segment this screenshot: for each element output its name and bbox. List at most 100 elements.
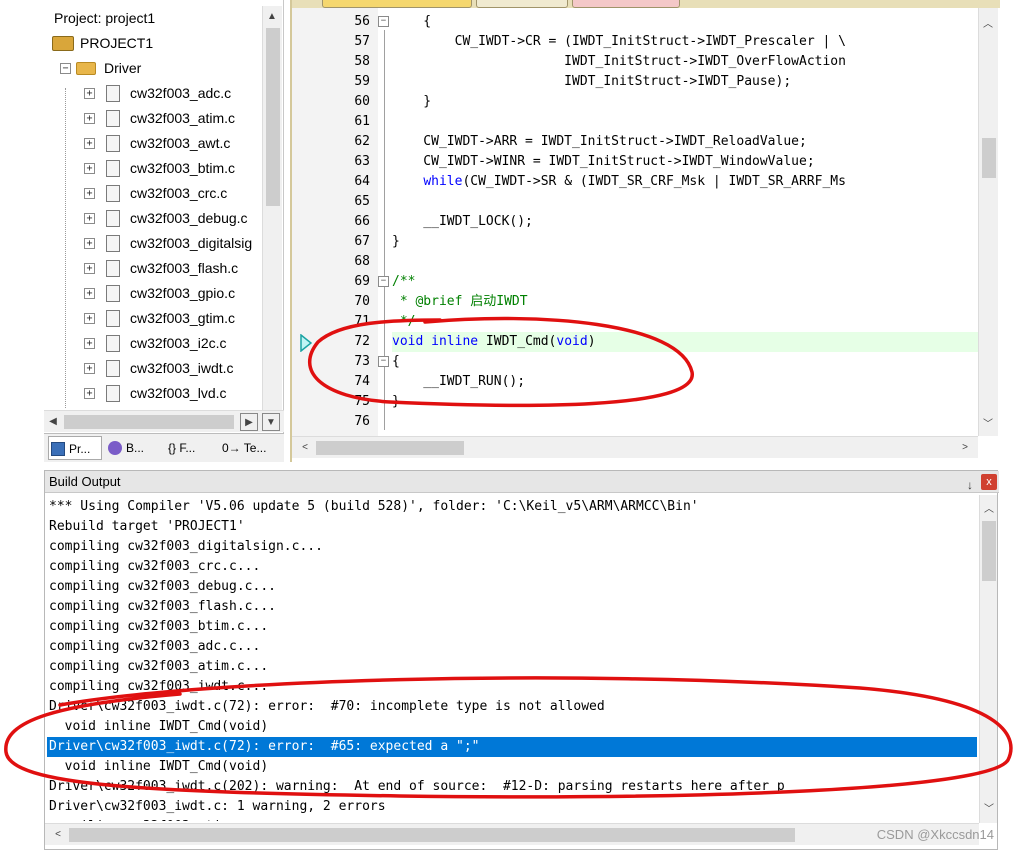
scroll-thumb[interactable] [982, 138, 996, 178]
build-output-text[interactable]: *** Using Compiler 'V5.06 update 5 (buil… [45, 495, 979, 821]
scroll-down-arrow-icon[interactable]: ﹀ [979, 416, 997, 434]
scroll-left-arrow-icon[interactable]: < [49, 826, 67, 844]
expand-toggle-icon[interactable]: + [84, 163, 95, 174]
code-token: CW_IWDT->ARR = IWDT_InitStruct->IWDT_Rel… [392, 134, 807, 149]
tab-project[interactable]: Pr... [48, 436, 102, 460]
file-icon [106, 185, 120, 202]
build-vscroll[interactable]: ︿ ﹀ [979, 495, 997, 823]
output-line[interactable]: Driver\cw32f003_iwdt.c: 1 warning, 2 err… [49, 797, 386, 817]
code-token: (CW_IWDT->SR & (IWDT_SR_CRF_Msk | IWDT_S… [462, 174, 846, 189]
code-text-area[interactable]: { CW_IWDT->CR = (IWDT_InitStruct->IWDT_P… [378, 8, 978, 436]
tab-templates[interactable]: 0→ Te... [218, 436, 280, 460]
expand-toggle-icon[interactable]: + [84, 313, 95, 324]
output-line[interactable]: Rebuild target 'PROJECT1' [49, 517, 245, 537]
scroll-down-arrow-icon[interactable]: ﹀ [980, 801, 998, 819]
tree-file-item[interactable]: + cw32f003_lvd.c [44, 381, 262, 406]
output-line[interactable]: void inline IWDT_Cmd(void) [49, 757, 269, 777]
expand-toggle-icon[interactable]: + [84, 113, 95, 124]
close-icon[interactable]: x [981, 474, 997, 490]
tree-file-item[interactable]: + cw32f003_atim.c [44, 106, 262, 131]
editor-vscroll[interactable]: ︿ ﹀ [978, 8, 998, 436]
tree-file-label: cw32f003_awt.c [130, 135, 231, 151]
tab-functions[interactable]: {} F... [164, 436, 214, 460]
output-line[interactable]: compiling cw32f003_digitalsign.c... [49, 537, 323, 557]
scroll-up-arrow-icon[interactable]: ︿ [979, 16, 997, 34]
scroll-down-arrow-icon[interactable]: ▼ [262, 413, 280, 431]
scroll-left-arrow-icon[interactable]: < [296, 439, 314, 457]
output-line[interactable]: compiling cw32f003_atim.c... [49, 657, 268, 677]
tab-functions-label: {} F... [168, 441, 196, 455]
editor-hscroll[interactable]: < > [292, 436, 978, 458]
fold-toggle-icon[interactable]: − [378, 16, 389, 27]
output-line[interactable]: *** Using Compiler 'V5.06 update 5 (buil… [49, 497, 699, 517]
tree-group-label: Driver [104, 60, 142, 76]
tree-file-item[interactable]: + cw32f003_iwdt.c [44, 356, 262, 381]
code-token: ) [587, 334, 596, 349]
pin-icon[interactable]: ↓ [967, 474, 973, 496]
scroll-thumb[interactable] [266, 28, 280, 206]
expand-toggle-icon[interactable]: + [84, 288, 95, 299]
file-icon [106, 85, 120, 102]
file-icon [106, 235, 120, 252]
expand-toggle-icon[interactable]: + [84, 263, 95, 274]
scroll-up-arrow-icon[interactable]: ︿ [980, 501, 998, 519]
expand-toggle-icon[interactable]: + [84, 188, 95, 199]
tree-file-item[interactable]: + cw32f003_awt.c [44, 131, 262, 156]
tree-file-item[interactable]: + cw32f003_gtim.c [44, 306, 262, 331]
tab-main[interactable] [476, 0, 568, 8]
output-line[interactable]: void inline IWDT_Cmd(void) [49, 717, 269, 737]
tree-file-item[interactable]: + cw32f003_flash.c [44, 256, 262, 281]
scroll-thumb[interactable] [982, 521, 996, 581]
output-line[interactable]: compiling cw32f003_crc.c... [49, 557, 260, 577]
expand-toggle-icon[interactable]: + [84, 338, 95, 349]
code-editor[interactable]: 56 57 58 59 60 61 62 63 64 65 66 67 68 69 70 71 72 73 74 75… [290, 0, 1000, 462]
hscroll-thumb[interactable] [69, 828, 795, 842]
tree-group-driver[interactable]: − Driver [44, 56, 262, 81]
code-line: CW_IWDT->CR = (IWDT_InitStruct->IWDT_Pre… [392, 32, 846, 52]
tree-file-item[interactable]: + cw32f003_digitalsig [44, 231, 262, 256]
expand-toggle-icon[interactable]: + [84, 363, 95, 374]
scroll-left-arrow-icon[interactable]: ◀ [44, 413, 62, 431]
output-line[interactable]: compiling cw32f003_adc.c... [49, 637, 260, 657]
fold-toggle-icon[interactable]: − [378, 356, 389, 367]
build-hscroll[interactable]: < [45, 823, 979, 845]
output-line[interactable]: Driver\cw32f003_iwdt.c(202): warning: At… [49, 777, 785, 797]
expand-toggle-icon[interactable]: + [84, 88, 95, 99]
line-number: 68 [354, 254, 370, 269]
output-line[interactable]: Driver\cw32f003_iwdt.c(72): error: #70: … [49, 697, 605, 717]
tree-file-item[interactable]: + cw32f003_crc.c [44, 181, 262, 206]
hscroll-thumb[interactable] [64, 415, 234, 429]
code-token: * @brief 启动IWDT [392, 294, 528, 309]
tree-file-item[interactable]: + cw32f003_i2c.c [44, 331, 262, 356]
tree-file-item[interactable]: + cw32f003_debug.c [44, 206, 262, 231]
expand-toggle-icon[interactable]: + [84, 388, 95, 399]
folder-icon [76, 62, 96, 75]
tree-file-item[interactable]: + cw32f003_adc.c [44, 81, 262, 106]
tab-log[interactable] [572, 0, 680, 8]
selected-output-line[interactable]: Driver\cw32f003_iwdt.c(72): error: #65: … [47, 737, 977, 757]
collapse-toggle-icon[interactable]: − [60, 63, 71, 74]
tab-books[interactable]: B... [106, 436, 160, 460]
tab-cw32f003-iwdt[interactable] [322, 0, 472, 8]
fold-toggle-icon[interactable]: − [378, 276, 389, 287]
tree-root-project1[interactable]: PROJECT1 [44, 31, 262, 56]
expand-toggle-icon[interactable]: + [84, 213, 95, 224]
expand-toggle-icon[interactable]: + [84, 138, 95, 149]
output-line[interactable]: compiling cw32f003_btim.c... [49, 617, 268, 637]
line-number: 61 [354, 114, 370, 129]
line-number: 73 [354, 354, 370, 369]
expand-toggle-icon[interactable]: + [84, 238, 95, 249]
tree-file-item[interactable]: + cw32f003_gpio.c [44, 281, 262, 306]
line-number: 69 [354, 274, 370, 289]
hscroll-thumb[interactable] [316, 441, 464, 455]
project-tree-vscroll[interactable]: ▲ [262, 6, 282, 410]
output-line[interactable]: compiling cw32f003_flash.c... [49, 597, 276, 617]
output-line[interactable]: compiling cw32f003_debug.c... [49, 577, 276, 597]
output-line[interactable]: compiling cw32f003_gtim.c... [49, 817, 268, 821]
scroll-right-arrow-icon[interactable]: > [956, 439, 974, 457]
output-line[interactable]: compiling cw32f003_iwdt.c... [49, 677, 268, 697]
scroll-right-arrow-icon[interactable]: ▶ [240, 413, 258, 431]
scroll-up-arrow-icon[interactable]: ▲ [263, 8, 281, 26]
project-tree-hscroll[interactable]: ◀ ▶ ▼ [44, 410, 284, 432]
tree-file-item[interactable]: + cw32f003_btim.c [44, 156, 262, 181]
